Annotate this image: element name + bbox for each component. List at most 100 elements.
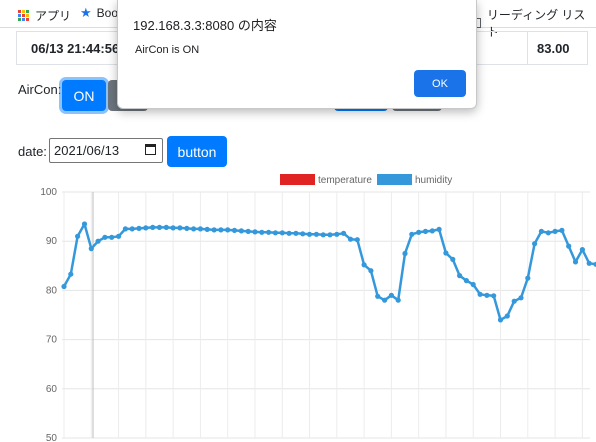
data-point-humidity[interactable] [354,237,360,243]
data-point-humidity[interactable] [497,317,504,323]
data-point-humidity[interactable] [382,297,388,303]
data-point-humidity[interactable] [347,236,354,242]
dialog-ok-button[interactable]: OK [414,70,466,97]
data-point-humidity[interactable] [75,233,81,239]
page: アプリ ★ Book リーディング リスト 06/13 21:44:56 83.… [0,0,596,442]
legend-label-humidity[interactable]: humidity [415,175,452,186]
data-point-humidity[interactable] [525,275,531,281]
data-point-humidity[interactable] [416,229,422,235]
data-point-humidity[interactable] [266,229,272,235]
data-point-humidity[interactable] [225,227,231,233]
data-point-humidity[interactable] [552,228,558,234]
dialog-title: 192.168.3.3:8080 の内容 [133,18,277,33]
data-point-humidity[interactable] [150,224,156,230]
data-point-humidity[interactable] [211,227,217,233]
data-point-humidity[interactable] [184,225,190,231]
humidity-chart: 100 90 80 70 60 50 temperature humidity [40,174,596,442]
data-point-humidity[interactable] [532,241,538,247]
date-label: date: [18,144,47,159]
aircon-on-button[interactable]: ON [62,80,106,111]
data-point-humidity[interactable] [491,293,497,299]
data-point-humidity[interactable] [238,228,244,234]
data-point-humidity[interactable] [259,229,265,235]
data-point-humidity[interactable] [61,283,67,290]
dialog-message: AirCon is ON [135,44,200,56]
chart-y-ticks: 100 90 80 70 60 50 [40,187,57,442]
data-point-humidity[interactable] [559,227,565,233]
data-point-humidity[interactable] [409,231,415,237]
data-point-humidity[interactable] [197,226,203,232]
data-point-humidity[interactable] [245,228,251,234]
data-point-humidity[interactable] [81,221,88,227]
data-point-humidity[interactable] [231,227,238,233]
data-point-humidity[interactable] [136,225,142,231]
data-point-humidity[interactable] [429,228,435,234]
data-point-humidity[interactable] [163,224,169,230]
data-point-humidity[interactable] [95,238,101,244]
data-point-humidity[interactable] [177,225,183,231]
data-point-humidity[interactable] [170,225,176,231]
data-point-humidity[interactable] [375,293,381,299]
data-point-humidity[interactable] [566,243,572,249]
data-point-humidity[interactable] [457,273,463,279]
data-point-humidity[interactable] [88,246,94,252]
data-point-humidity[interactable] [204,226,210,232]
data-point-humidity[interactable] [422,228,429,234]
data-point-humidity[interactable] [320,232,326,238]
data-point-humidity[interactable] [109,234,115,240]
data-point-humidity[interactable] [191,226,197,232]
legend-swatch-humidity[interactable] [377,174,412,185]
legend-swatch-temperature[interactable] [280,174,315,185]
data-point-humidity[interactable] [518,295,524,301]
data-point-humidity[interactable] [579,247,586,253]
data-point-humidity[interactable] [368,268,374,274]
data-point-humidity[interactable] [450,256,456,262]
data-point-humidity[interactable] [463,278,469,284]
data-point-humidity[interactable] [252,229,258,235]
data-point-humidity[interactable] [341,230,347,236]
apps-label: アプリ [35,9,72,23]
y-tick-label: 70 [46,335,58,346]
apps-bookmark[interactable]: アプリ [18,7,71,24]
data-point-humidity[interactable] [143,225,149,231]
chart-legend: temperature humidity [280,174,452,186]
data-point-humidity[interactable] [313,231,319,237]
data-point-humidity[interactable] [402,250,408,257]
data-point-humidity[interactable] [470,281,476,288]
data-point-humidity[interactable] [361,262,367,268]
calendar-icon[interactable] [145,144,156,155]
data-point-humidity[interactable] [572,259,579,265]
data-point-humidity[interactable] [395,297,401,303]
data-point-humidity[interactable] [122,226,128,232]
date-input[interactable]: 2021/06/13 [49,138,163,163]
data-point-humidity[interactable] [156,224,163,230]
data-point-humidity[interactable] [327,232,333,238]
data-point-humidity[interactable] [586,260,592,266]
data-point-humidity[interactable] [504,313,510,319]
data-point-humidity[interactable] [334,231,340,237]
data-point-humidity[interactable] [306,231,313,237]
legend-label-temperature[interactable]: temperature [318,175,372,186]
data-point-humidity[interactable] [436,226,442,232]
data-point-humidity[interactable] [272,230,278,236]
data-point-humidity[interactable] [68,271,74,277]
data-point-humidity[interactable] [443,250,449,256]
table-cell-time: 06/13 21:44:56 [31,41,120,56]
data-point-humidity[interactable] [293,230,299,236]
data-point-humidity[interactable] [484,292,490,298]
data-point-humidity[interactable] [545,230,551,236]
data-point-humidity[interactable] [218,227,224,233]
y-tick-label: 80 [46,285,58,296]
data-point-humidity[interactable] [300,231,306,237]
data-point-humidity[interactable] [116,233,122,239]
y-tick-label: 100 [40,187,57,198]
data-point-humidity[interactable] [279,230,285,236]
data-point-humidity[interactable] [388,292,394,298]
data-point-humidity[interactable] [129,226,135,232]
data-point-humidity[interactable] [511,298,517,304]
data-point-humidity[interactable] [477,291,483,297]
data-point-humidity[interactable] [286,230,292,236]
data-point-humidity[interactable] [538,228,545,234]
data-point-humidity[interactable] [102,234,108,240]
date-submit-button[interactable]: button [167,136,227,167]
